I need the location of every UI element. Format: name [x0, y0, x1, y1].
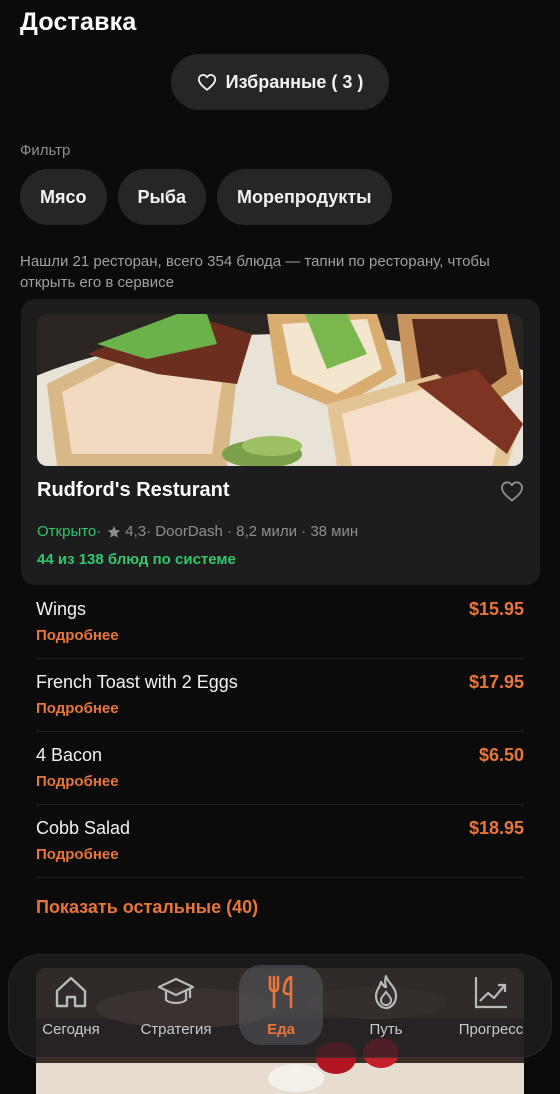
favorites-label: Избранные ( 3 )	[225, 71, 364, 92]
tab-label: Стратегия	[140, 1021, 212, 1038]
restaurant-meta: Открыто · 4,3 · DoorDash · 8,2 мили · 38…	[37, 523, 358, 540]
tab-bar: Сегодня Стратегия Еда Путь Прогресс	[8, 954, 552, 1058]
page-title: Доставка	[20, 8, 137, 36]
graduation-cap-icon	[157, 977, 195, 1005]
chip-meat[interactable]: Мясо	[20, 169, 107, 225]
home-icon	[55, 976, 87, 1008]
results-summary: Нашли 21 ресторан, всего 354 блюда — тап…	[20, 253, 490, 291]
tab-today[interactable]: Сегодня	[23, 955, 119, 1059]
heart-icon	[197, 73, 216, 91]
restaurant-card[interactable]: Rudford's Resturant Открыто · 4,3 · Door…	[21, 299, 540, 585]
dish-price: $15.95	[468, 599, 524, 619]
tab-food[interactable]: Еда	[233, 955, 329, 1059]
restaurant-photo	[37, 314, 523, 466]
tab-label: Еда	[267, 1021, 295, 1038]
tab-label: Путь	[369, 1021, 403, 1038]
dish-row[interactable]: 4 Bacon Подробнее $6.50	[36, 732, 524, 805]
open-status: Открыто	[37, 523, 97, 540]
dish-more-link[interactable]: Подробнее	[36, 773, 119, 790]
tab-strategy[interactable]: Стратегия	[128, 955, 224, 1059]
restaurant-name: Rudford's Resturant	[37, 479, 230, 501]
dish-row[interactable]: Wings Подробнее $15.95	[36, 586, 524, 659]
tab-label: Сегодня	[42, 1021, 100, 1038]
flame-icon	[374, 974, 398, 1010]
dish-name: Wings	[36, 599, 87, 619]
trend-chart-icon	[474, 977, 507, 1009]
dish-more-link[interactable]: Подробнее	[36, 627, 119, 644]
star-icon	[108, 525, 121, 538]
dish-row[interactable]: Cobb Salad Подробнее $18.95	[36, 805, 524, 878]
favorite-heart-icon[interactable]	[500, 480, 524, 502]
tab-label: Прогресс	[458, 1021, 524, 1038]
dish-name: Cobb Salad	[36, 818, 131, 838]
show-more-dishes-link[interactable]: Показать остальные (40)	[36, 897, 258, 918]
filter-chips: Мясо Рыба Морепродукты	[20, 169, 392, 225]
favorites-button[interactable]: Избранные ( 3 )	[171, 54, 389, 110]
rating: 4,3	[125, 523, 147, 540]
tab-path[interactable]: Путь	[338, 955, 434, 1059]
matched-dishes: 44 из 138 блюд по системе	[37, 551, 236, 568]
fork-knife-icon	[268, 975, 293, 1009]
tab-progress[interactable]: Прогресс	[443, 955, 539, 1059]
dish-price: $17.95	[468, 672, 524, 692]
dish-more-link[interactable]: Подробнее	[36, 846, 119, 863]
dish-name: 4 Bacon	[36, 745, 103, 765]
filter-label: Фильтр	[20, 142, 71, 159]
dish-price: $6.50	[478, 745, 524, 765]
meta-separator: ·	[96, 523, 102, 540]
delivery-screen: Доставка Избранные ( 3 ) Фильтр Мясо Рыб…	[0, 0, 560, 1094]
dish-row[interactable]: French Toast with 2 Eggs Подробнее $17.9…	[36, 659, 524, 732]
chip-fish[interactable]: Рыба	[117, 169, 207, 225]
dish-more-link[interactable]: Подробнее	[36, 700, 119, 717]
restaurant-details: · DoorDash · 8,2 мили · 38 мин	[146, 523, 359, 540]
chip-seafood[interactable]: Морепродукты	[217, 169, 392, 225]
dish-name: French Toast with 2 Eggs	[36, 672, 238, 692]
dish-price: $18.95	[468, 818, 524, 838]
